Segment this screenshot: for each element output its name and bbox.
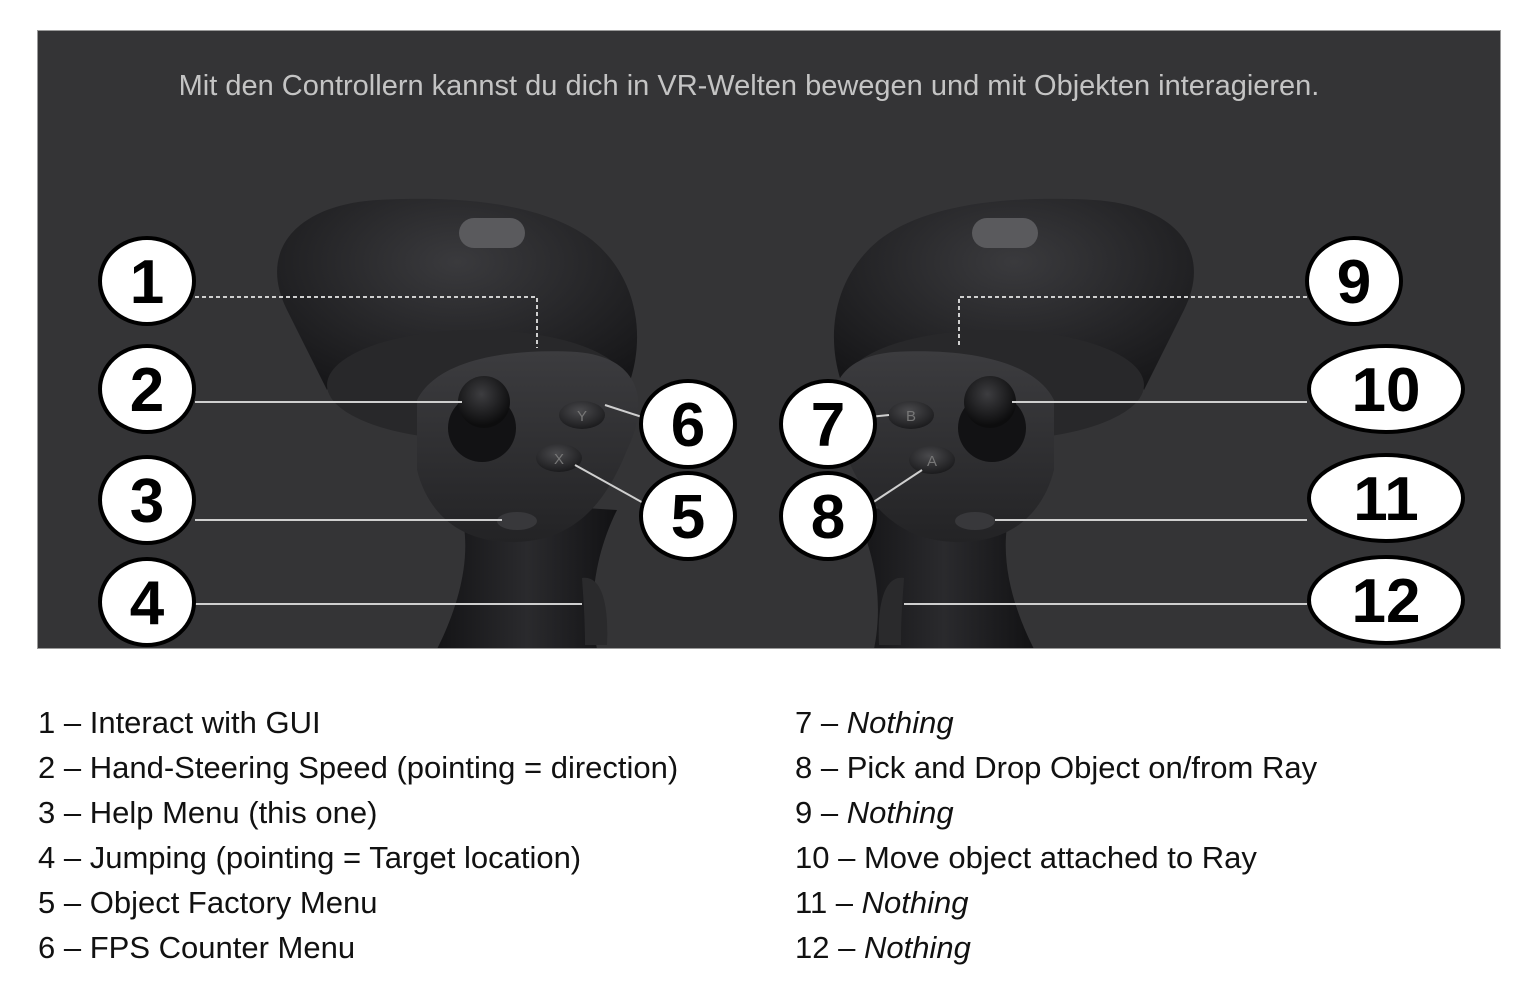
- legend-number: 12: [795, 930, 830, 965]
- legend-description: Object Factory Menu: [89, 885, 378, 920]
- legend-number: 5: [38, 885, 56, 920]
- right-oculus-button: [955, 512, 995, 530]
- legend-number: 3: [38, 795, 56, 830]
- callout-2-label: 2: [130, 356, 164, 425]
- right-controller: B A: [832, 198, 1194, 649]
- legend-description: Help Menu (this one): [89, 795, 378, 830]
- legend-description: Nothing: [863, 930, 971, 965]
- right-button-a-label: A: [927, 453, 937, 470]
- legend-item: 10 – Move object attached to Ray: [795, 840, 1257, 875]
- left-oculus-logo: [459, 218, 525, 248]
- left-grip-trigger: [582, 577, 608, 645]
- legend-number: 7: [795, 705, 813, 740]
- legend-description: Pick and Drop Object on/from Ray: [846, 750, 1318, 785]
- callout-11-label: 11: [1353, 465, 1419, 534]
- legend-number: 11: [795, 885, 828, 920]
- callout-9-label: 9: [1337, 248, 1371, 317]
- left-thumbstick: [458, 376, 510, 428]
- legend-description: Nothing: [846, 705, 954, 740]
- right-thumbstick: [964, 376, 1016, 428]
- left-button-x-label: X: [554, 451, 564, 468]
- legend-number: 1: [38, 705, 56, 740]
- callout-4-label: 4: [130, 569, 165, 638]
- callout-6-label: 6: [671, 391, 705, 460]
- callout-10-label: 10: [1352, 356, 1421, 425]
- left-controller: Y X: [277, 198, 639, 649]
- legend-number: 8: [795, 750, 813, 785]
- callout-3-label: 3: [130, 467, 164, 536]
- callout-5-label: 5: [671, 483, 705, 552]
- legend-number: 6: [38, 930, 56, 965]
- legend-description: Nothing: [846, 795, 954, 830]
- left-menu-button: [497, 512, 537, 530]
- legend-item: 1 – Interact with GUI: [38, 705, 321, 740]
- legend-description: Interact with GUI: [89, 705, 321, 740]
- legend-description: FPS Counter Menu: [89, 930, 356, 965]
- legend-left-column: 1 – Interact with GUI 2 – Hand-Steering …: [38, 700, 678, 970]
- legend-item: 12 – Nothing: [795, 930, 971, 965]
- legend-number: 10: [795, 840, 830, 875]
- legend-item: 6 – FPS Counter Menu: [38, 930, 356, 965]
- callout-7-label: 7: [811, 391, 845, 460]
- legend-right-column: 7 – Nothing 8 – Pick and Drop Object on/…: [795, 700, 1317, 970]
- legend-item: 8 – Pick and Drop Object on/from Ray: [795, 750, 1318, 785]
- right-button-b-label: B: [906, 408, 916, 425]
- legend-item: 3 – Help Menu (this one): [38, 795, 378, 830]
- legend-item: 5 – Object Factory Menu: [38, 885, 378, 920]
- controllers-illustration: Y X B A 1 2 3 4 5 6 7 8 9 10 11 12: [98, 198, 1465, 649]
- callout-8-label: 8: [811, 483, 845, 552]
- callout-1-label: 1: [130, 248, 164, 317]
- left-button-y-label: Y: [577, 408, 587, 425]
- legend-item: 7 – Nothing: [795, 705, 954, 740]
- legend-number: 2: [38, 750, 56, 785]
- legend-description: Move object attached to Ray: [863, 840, 1257, 875]
- legend-number: 4: [38, 840, 56, 875]
- legend-description: Hand-Steering Speed (pointing = directio…: [89, 750, 679, 785]
- legend-item: 9 – Nothing: [795, 795, 954, 830]
- legend-description: Jumping (pointing = Target location): [89, 840, 582, 875]
- legend-item: 11 – Nothing: [795, 885, 969, 920]
- legend-item: 4 – Jumping (pointing = Target location): [38, 840, 582, 875]
- legend-item: 2 – Hand-Steering Speed (pointing = dire…: [38, 750, 679, 785]
- legend-number: 9: [795, 795, 813, 830]
- right-oculus-logo: [972, 218, 1038, 248]
- callout-12-label: 12: [1352, 567, 1421, 636]
- legend-description: Nothing: [861, 885, 969, 920]
